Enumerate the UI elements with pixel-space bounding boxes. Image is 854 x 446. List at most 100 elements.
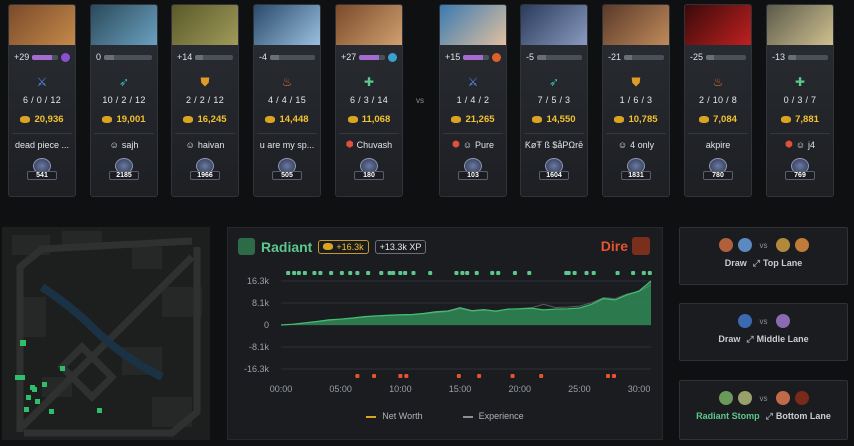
hero-portrait[interactable] <box>767 5 833 45</box>
player-card-dire-1[interactable]: +15 ⚔ 1 / 4 / 2 21,265 ⬢ ☺ Pure 103 <box>439 4 507 197</box>
player-card-radiant-5[interactable]: +27 ✚ 6 / 3 / 14 11,068 ⬢ Chuvash 180 <box>335 4 403 197</box>
lane-hero-icon <box>737 314 752 328</box>
legend-networth[interactable]: Net Worth <box>366 411 423 421</box>
radiant-event-marker[interactable] <box>411 271 416 275</box>
dire-event-marker[interactable] <box>355 374 360 378</box>
hero-portrait[interactable] <box>440 5 506 45</box>
lane-icon: ⤢ <box>752 258 760 268</box>
player-name[interactable]: u are my sp... <box>257 133 317 155</box>
player-name[interactable]: ⬢ ☺ j4 <box>770 133 830 155</box>
net-change-row: -4 <box>254 45 320 69</box>
radiant-event-marker[interactable] <box>465 271 470 275</box>
net-worth-value: 16,245 <box>197 113 227 125</box>
hero-portrait[interactable] <box>9 5 75 45</box>
net-change-row: -25 <box>685 45 751 69</box>
player-card-dire-5[interactable]: -13 ✚ 0 / 3 / 7 7,881 ⬢ ☺ j4 769 <box>766 4 834 197</box>
radiant-event-marker[interactable] <box>391 271 396 275</box>
level-bar <box>104 54 152 60</box>
radiant-event-marker[interactable] <box>339 271 344 275</box>
hero-portrait[interactable] <box>685 5 751 45</box>
radiant-event-marker[interactable] <box>387 271 392 275</box>
radiant-event-marker[interactable] <box>403 271 408 275</box>
radiant-event-marker[interactable] <box>318 271 323 275</box>
hero-portrait[interactable] <box>172 5 238 45</box>
legend-experience[interactable]: Experience <box>462 411 524 421</box>
player-card-dire-4[interactable]: -25 ♨ 2 / 10 / 8 7,084 akpire 780 <box>684 4 752 197</box>
dire-event-marker[interactable] <box>372 374 377 378</box>
radiant-event-marker[interactable] <box>566 271 571 275</box>
player-card-radiant-2[interactable]: 0 ➶ 10 / 2 / 12 19,001 ☺ sajh 2185 <box>90 4 158 197</box>
minimap[interactable] <box>2 227 210 440</box>
radiant-event-marker[interactable] <box>631 271 636 275</box>
x-tick-label: 30:00 <box>628 384 651 394</box>
radiant-event-marker[interactable] <box>302 271 307 275</box>
radiant-event-marker[interactable] <box>348 271 353 275</box>
player-name[interactable]: akpire <box>688 133 748 155</box>
player-card-radiant-4[interactable]: -4 ♨ 4 / 4 / 15 14,448 u are my sp... 505 <box>253 4 321 197</box>
player-card-radiant-3[interactable]: +14 ⛊ 2 / 2 / 12 16,245 ☺ haivan 1966 <box>171 4 239 197</box>
radiant-event-marker[interactable] <box>647 271 652 275</box>
player-card-radiant-1[interactable]: +29 ⚔ 6 / 0 / 12 20,936 dead piece ... 541 <box>8 4 76 197</box>
net-change-value: +14 <box>177 52 193 62</box>
player-name[interactable]: ƘøŦ ß $åPΩrē <box>524 133 584 155</box>
player-name[interactable]: ⬢ Chuvash <box>339 133 399 155</box>
radiant-event-marker[interactable] <box>286 271 291 275</box>
radiant-event-marker[interactable] <box>572 271 577 275</box>
radiant-event-marker[interactable] <box>584 271 589 275</box>
radiant-event-marker[interactable] <box>496 271 501 275</box>
net-worth: 7,881 <box>767 107 833 131</box>
radiant-event-marker[interactable] <box>591 271 596 275</box>
hero-portrait[interactable] <box>603 5 669 45</box>
dire-event-marker[interactable] <box>477 374 482 378</box>
hero-portrait[interactable] <box>91 5 157 45</box>
player-name[interactable]: ☺ 4 only <box>606 133 666 155</box>
dire-event-marker[interactable] <box>510 374 515 378</box>
player-card-dire-2[interactable]: -5 ➶ 7 / 5 / 3 14,550 ƘøŦ ß $åPΩrē 1604 <box>520 4 588 197</box>
radiant-event-marker[interactable] <box>512 271 517 275</box>
lane-name: Bottom Lane <box>775 411 831 421</box>
lane-summary-1[interactable]: vs Draw ⤢ Top Lane <box>679 227 848 285</box>
radiant-event-marker[interactable] <box>398 271 403 275</box>
radiant-event-marker[interactable] <box>460 271 465 275</box>
dire-event-marker[interactable] <box>398 374 403 378</box>
radiant-event-marker[interactable] <box>428 271 433 275</box>
radiant-event-marker[interactable] <box>379 271 384 275</box>
dire-event-marker[interactable] <box>404 374 409 378</box>
hero-portrait[interactable] <box>336 5 402 45</box>
dire-event-marker[interactable] <box>456 374 461 378</box>
radiant-event-marker[interactable] <box>312 271 317 275</box>
smile-icon: ☺ <box>185 139 195 150</box>
player-name[interactable]: dead piece ... <box>12 133 72 155</box>
net-change-row: +14 <box>172 45 238 69</box>
hero-portrait[interactable] <box>254 5 320 45</box>
radiant-event-marker[interactable] <box>454 271 459 275</box>
radiant-event-marker[interactable] <box>292 271 297 275</box>
dire-event-marker[interactable] <box>539 374 544 378</box>
hero-portrait[interactable] <box>521 5 587 45</box>
rank-number: 2185 <box>109 171 139 180</box>
dire-event-marker[interactable] <box>606 374 611 378</box>
player-name[interactable]: ⬢ ☺ Pure <box>443 133 503 155</box>
legend-experience-label: Experience <box>478 411 524 421</box>
lane-hero-icon <box>775 391 790 405</box>
x-tick-label: 00:00 <box>270 384 293 394</box>
player-name-text: sajh <box>121 139 139 150</box>
radiant-event-marker[interactable] <box>490 271 495 275</box>
radiant-event-marker[interactable] <box>329 271 334 275</box>
radiant-event-marker[interactable] <box>641 271 646 275</box>
player-name[interactable]: ☺ sajh <box>94 133 154 155</box>
radiant-event-marker[interactable] <box>527 271 532 275</box>
radiant-event-marker[interactable] <box>474 271 479 275</box>
dire-event-marker[interactable] <box>612 374 616 378</box>
radiant-event-marker[interactable] <box>366 271 371 275</box>
player-card-dire-3[interactable]: -21 ⛊ 1 / 6 / 3 10,785 ☺ 4 only 1831 <box>602 4 670 197</box>
lane-summary-2[interactable]: vs Draw ⤢ Middle Lane <box>679 303 848 361</box>
advantage-chart[interactable]: 16.3k 8.1k 0 -8.1k -16.3k00:00 05:00 10:00 15:0… <box>228 228 664 441</box>
level-bar <box>463 54 489 60</box>
radiant-event-marker[interactable] <box>355 271 360 275</box>
lane-heroes: vs <box>680 314 847 328</box>
lane-summary-3[interactable]: vs Radiant Stomp ⤢ Bottom Lane <box>679 380 848 440</box>
radiant-event-marker[interactable] <box>615 271 620 275</box>
radiant-event-marker[interactable] <box>296 271 301 275</box>
player-name[interactable]: ☺ haivan <box>175 133 235 155</box>
